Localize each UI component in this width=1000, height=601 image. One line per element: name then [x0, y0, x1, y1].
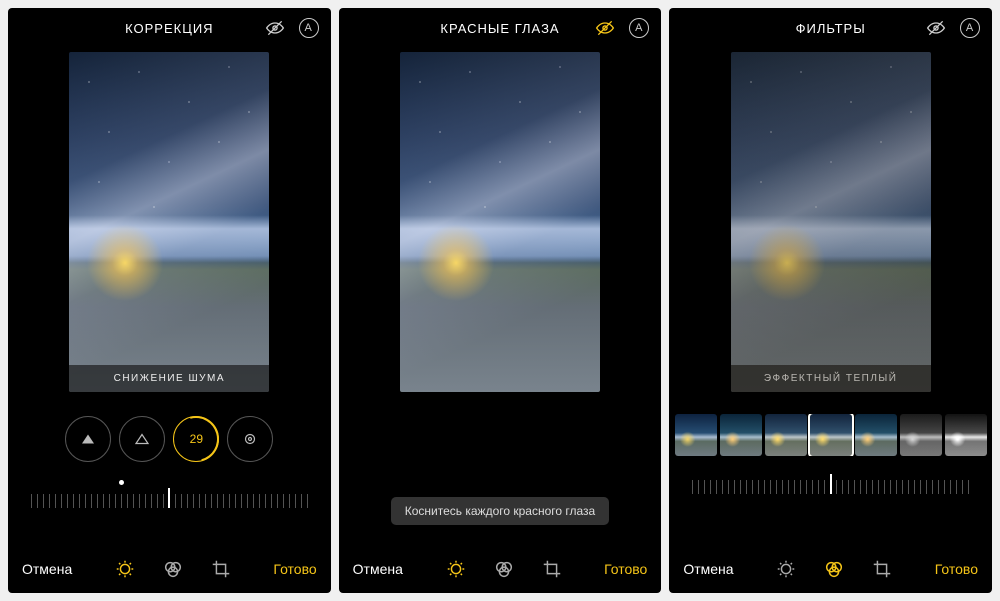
screen-filters: ФИЛЬТРЫ A ЭФФЕКТНЫЙ ТЕПЛЫЙ [669, 8, 992, 593]
filter-thumb-selected[interactable] [810, 414, 852, 456]
photo-preview[interactable]: ЭФФЕКТНЫЙ ТЕПЛЫЙ [731, 52, 931, 392]
toggle-preview-icon[interactable] [926, 18, 946, 38]
filter-intensity-slider[interactable] [692, 470, 969, 494]
tool-tabs [114, 558, 232, 580]
slider-center-tick [830, 474, 832, 494]
toggle-preview-icon[interactable] [265, 18, 285, 38]
value-slider[interactable] [31, 484, 308, 508]
adjustment-controls: 29 [8, 398, 331, 545]
filter-name-label: ЭФФЕКТНЫЙ ТЕПЛЫЙ [731, 365, 931, 392]
redeye-hint-bubble: Коснитесь каждого красного глаза [391, 497, 609, 525]
done-button[interactable]: Готово [273, 561, 316, 577]
screen-title: КОРРЕКЦИЯ [125, 21, 213, 36]
bottom-bar: Отмена Г [669, 545, 992, 593]
cancel-button[interactable]: Отмена [353, 561, 403, 577]
filter-thumb[interactable] [720, 414, 762, 456]
adjustment-dials: 29 [65, 416, 273, 462]
slider-center-tick [168, 488, 170, 508]
bottom-bar: Отмена Г [339, 545, 662, 593]
adjustment-name-label: СНИЖЕНИЕ ШУМА [69, 365, 269, 392]
photo-preview-area: СНИЖЕНИЕ ШУМА [8, 48, 331, 398]
markup-icon[interactable]: A [299, 18, 319, 38]
slider-origin-dot [119, 480, 124, 485]
dial-sharpness[interactable] [65, 416, 111, 462]
tab-crop-icon[interactable] [541, 558, 563, 580]
tab-filters-icon[interactable] [162, 558, 184, 580]
tab-crop-icon[interactable] [210, 558, 232, 580]
filter-thumb[interactable] [945, 414, 987, 456]
cancel-button[interactable]: Отмена [22, 561, 72, 577]
screen-redeye: КРАСНЫЕ ГЛАЗА A Коснитесь каждого красно… [339, 8, 662, 593]
tool-tabs [445, 558, 563, 580]
filter-controls [669, 398, 992, 545]
dial-definition[interactable] [119, 416, 165, 462]
tab-filters-icon[interactable] [493, 558, 515, 580]
top-bar: ФИЛЬТРЫ A [669, 8, 992, 48]
markup-icon[interactable]: A [629, 18, 649, 38]
done-button[interactable]: Готово [604, 561, 647, 577]
screen-title: КРАСНЫЕ ГЛАЗА [440, 21, 559, 36]
photo-preview-area [339, 48, 662, 398]
filter-thumb[interactable] [675, 414, 717, 456]
dial-value: 29 [190, 432, 203, 446]
top-bar: КРАСНЫЕ ГЛАЗА A [339, 8, 662, 48]
tab-filters-icon[interactable] [823, 558, 845, 580]
screen-title: ФИЛЬТРЫ [796, 21, 866, 36]
top-bar: КОРРЕКЦИЯ A [8, 8, 331, 48]
filter-thumbnail-strip[interactable] [669, 414, 992, 456]
filter-thumb[interactable] [765, 414, 807, 456]
tab-adjust-icon[interactable] [445, 558, 467, 580]
dial-vignette[interactable] [227, 416, 273, 462]
tab-crop-icon[interactable] [871, 558, 893, 580]
photo-preview[interactable]: СНИЖЕНИЕ ШУМА [69, 52, 269, 392]
filter-thumb[interactable] [900, 414, 942, 456]
photo-preview-area: ЭФФЕКТНЫЙ ТЕПЛЫЙ [669, 48, 992, 398]
photo-preview[interactable] [400, 52, 600, 392]
done-button[interactable]: Готово [935, 561, 978, 577]
tool-tabs [775, 558, 893, 580]
bottom-bar: Отмена Г [8, 545, 331, 593]
filter-thumb[interactable] [855, 414, 897, 456]
dial-noise-reduction[interactable]: 29 [173, 416, 219, 462]
screen-correction: КОРРЕКЦИЯ A СНИЖЕНИЕ ШУМА [8, 8, 331, 593]
redeye-controls: Коснитесь каждого красного глаза [339, 398, 662, 545]
markup-icon[interactable]: A [960, 18, 980, 38]
tab-adjust-icon[interactable] [775, 558, 797, 580]
toggle-preview-icon[interactable] [595, 18, 615, 38]
tab-adjust-icon[interactable] [114, 558, 136, 580]
cancel-button[interactable]: Отмена [683, 561, 733, 577]
